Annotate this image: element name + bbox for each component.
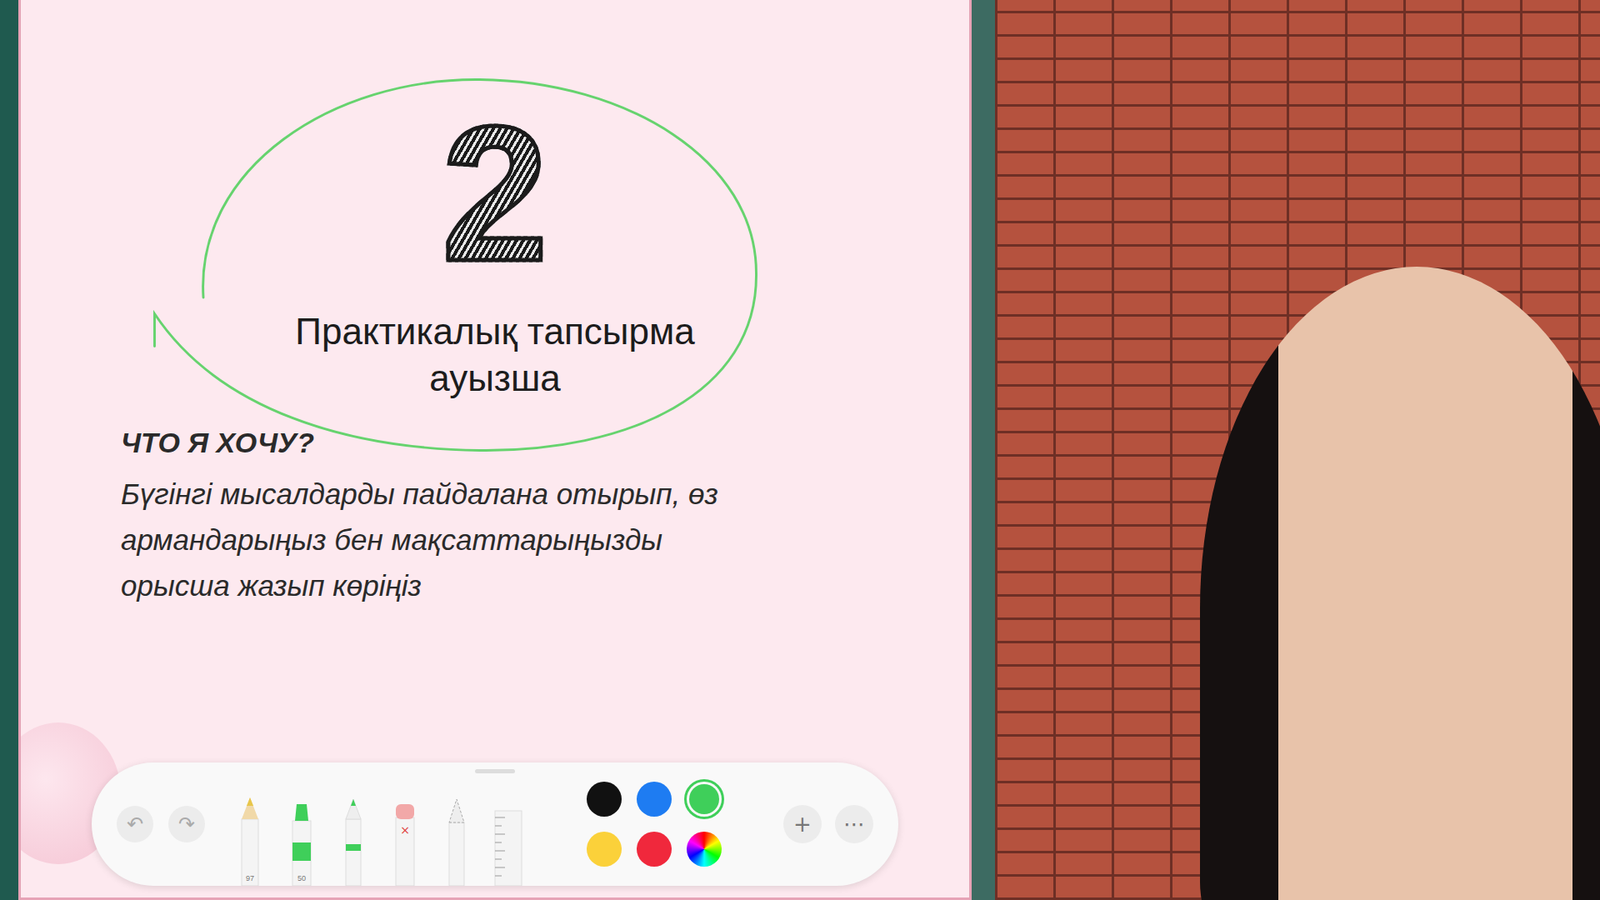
slide-number: 2 [441, 98, 549, 290]
title-line: Практикалық тапсырма [295, 308, 695, 355]
color-swatch[interactable] [586, 781, 622, 817]
marker-icon [285, 794, 319, 886]
color-swatch[interactable] [636, 781, 672, 817]
slide-title: Практикалық тапсырмаауызша [295, 308, 695, 402]
pencil-icon [233, 794, 267, 886]
ruler-icon [491, 794, 525, 886]
tool-size: 50 [285, 874, 319, 883]
tool-size: 97 [233, 874, 267, 883]
marker-tool[interactable]: 50 [285, 794, 319, 886]
task-text: армандарыңыз бен мақсаттарыңызды [120, 516, 719, 563]
screen: 2 Практикалық тапсырмаауызша ЧТО Я ХОЧУ?… [0, 0, 1600, 900]
color-swatch[interactable] [689, 784, 720, 815]
task-text: Бүгінгі мысалдарды пайдалана отырып, өз [120, 470, 719, 517]
slide[interactable]: 2 Практикалық тапсырмаауызша ЧТО Я ХОЧУ?… [18, 0, 972, 900]
slide-area: 2 Практикалық тапсырмаауызша ЧТО Я ХОЧУ?… [0, 0, 972, 900]
ruler-tool[interactable] [491, 794, 525, 886]
toolbar-action[interactable]: ⋯ [835, 805, 874, 844]
lasso-tool[interactable] [440, 794, 474, 886]
color-palette [586, 781, 722, 867]
ellipse-annotation [170, 69, 773, 461]
video-frame [995, 0, 1600, 900]
color-swatch[interactable] [636, 831, 672, 867]
pen-tool[interactable] [336, 794, 370, 886]
pen-icon [336, 794, 370, 886]
divider [971, 0, 995, 900]
title-line: ауызша [295, 355, 695, 402]
presenter [1200, 266, 1600, 900]
task-heading: ЧТО Я ХОЧУ? [120, 426, 719, 460]
history-button[interactable]: ↶ [116, 805, 154, 843]
toolbar-handle[interactable] [475, 769, 515, 774]
svg-text:×: × [400, 823, 410, 837]
lasso-icon [440, 794, 474, 886]
color-swatch[interactable] [586, 831, 622, 867]
eraser-tool[interactable]: × [388, 794, 422, 886]
markup-toolbar: ↶ ↷ 97 50 × + ⋯ [91, 762, 899, 886]
eraser-icon: × [388, 794, 422, 886]
pencil-tool[interactable]: 97 [233, 794, 267, 886]
toolbar-action[interactable]: + [783, 805, 822, 844]
history-button[interactable]: ↷ [168, 805, 205, 843]
color-swatch[interactable] [686, 831, 722, 867]
task: ЧТО Я ХОЧУ? Бүгінгі мысалдарды пайдалана… [120, 426, 719, 609]
task-text: орысша жазып көріңіз [120, 562, 719, 609]
